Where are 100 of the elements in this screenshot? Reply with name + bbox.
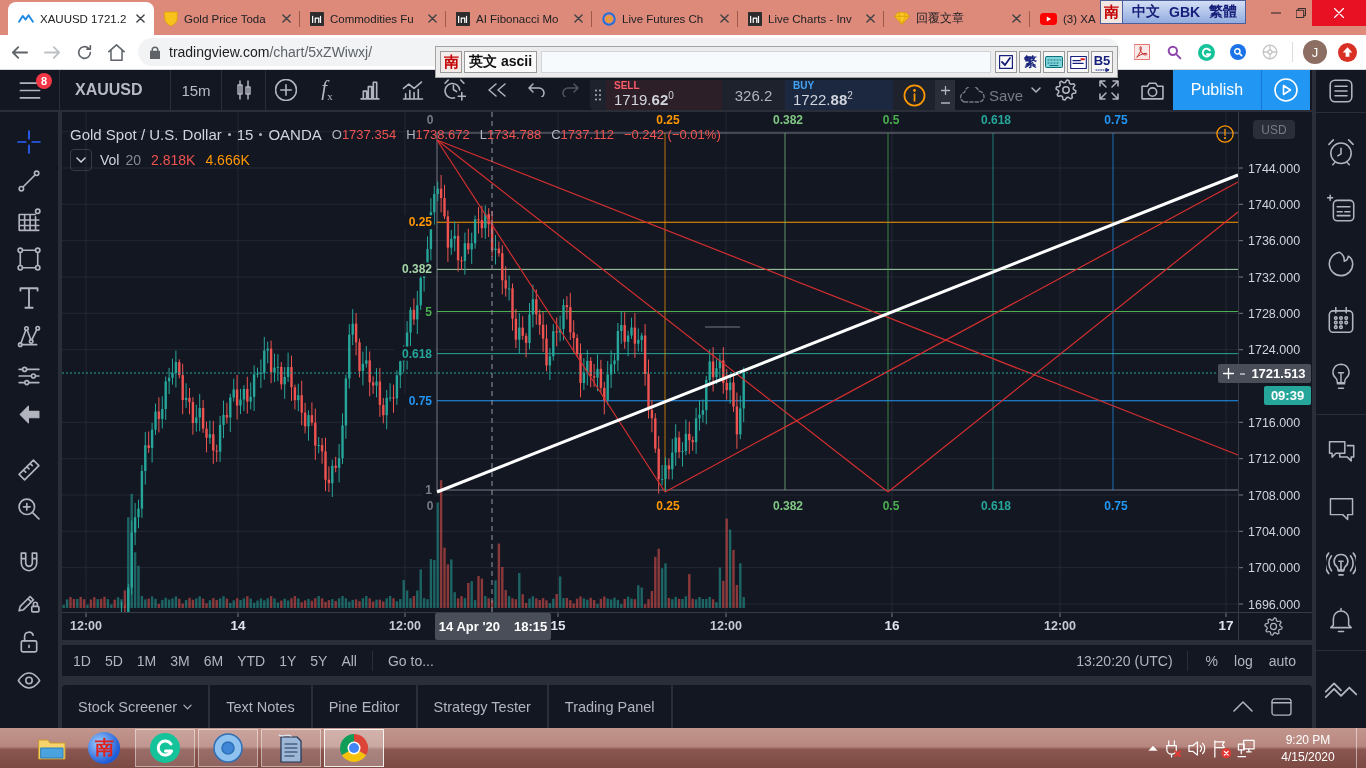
sell-button[interactable]: SELL 1719.62$^{0}$	[606, 80, 722, 110]
crosshair-icon[interactable]	[17, 129, 41, 154]
flag-icon[interactable]	[1212, 738, 1231, 758]
collapse-button[interactable]	[70, 149, 92, 171]
go-to-button[interactable]: Go to...	[381, 645, 441, 676]
scale-toggle[interactable]: %	[1197, 645, 1227, 676]
traditional-chinese-button[interactable]: 繁	[1019, 51, 1041, 73]
settings-icon[interactable]	[1055, 79, 1077, 101]
range-button[interactable]: YTD	[230, 645, 273, 676]
candlestick-icon[interactable]	[236, 80, 251, 100]
drag-handle-icon[interactable]	[595, 89, 601, 101]
sliders-icon[interactable]	[18, 364, 40, 387]
restore-icon[interactable]	[1296, 8, 1306, 18]
text-tool-icon[interactable]	[19, 286, 39, 309]
info-icon[interactable]	[902, 83, 926, 107]
ime-status-item[interactable]: GBK	[1169, 4, 1201, 20]
soft-keyboard-button[interactable]	[1067, 51, 1089, 73]
chat-bubbles-icon[interactable]	[1327, 439, 1355, 465]
caret-up-icon[interactable]	[1148, 745, 1158, 751]
url-text[interactable]: tradingview.com/chart/5xZWiwxj/	[169, 44, 373, 60]
save-button[interactable]: Save	[955, 83, 1027, 107]
grid-icon[interactable]	[17, 207, 41, 232]
range-button[interactable]: 5Y	[303, 645, 335, 676]
rectangle-icon[interactable]	[17, 246, 41, 271]
minus-icon[interactable]	[940, 101, 950, 104]
rewind-icon[interactable]	[488, 83, 506, 97]
indicators-button[interactable]: f$_{x}$	[318, 76, 336, 104]
alarm-plus-icon[interactable]	[444, 79, 466, 101]
ime-logo[interactable]: 南	[1101, 1, 1123, 23]
browser-tab[interactable]: Live Futures Ch	[592, 2, 738, 35]
broadcast-bulb-icon[interactable]	[1326, 549, 1356, 579]
bar-chart-icon[interactable]	[359, 80, 380, 100]
range-button[interactable]: 1D	[66, 645, 98, 676]
taskbar-app-button[interactable]	[261, 729, 321, 767]
close-icon[interactable]	[136, 14, 145, 23]
folder-icon[interactable]	[38, 736, 66, 760]
eye-icon[interactable]	[17, 672, 41, 689]
range-button[interactable]: All	[334, 645, 364, 676]
buy-button[interactable]: BUY 1722.88$^{2}$	[785, 80, 893, 110]
ime-status-item[interactable]: 中文	[1132, 3, 1160, 21]
fullscreen-icon[interactable]	[1099, 80, 1119, 100]
alarm-clock-icon[interactable]	[1327, 138, 1355, 166]
alert-icon[interactable]	[1216, 125, 1234, 143]
range-button[interactable]: 1M	[129, 645, 164, 676]
unlock-icon[interactable]	[20, 630, 38, 653]
clock-text[interactable]: 13:20:20 (UTC)	[1076, 652, 1173, 669]
range-button[interactable]: 5D	[97, 645, 130, 676]
zoom-in-icon[interactable]	[18, 497, 40, 520]
scale-toggle[interactable]: log	[1226, 645, 1261, 676]
plus-icon[interactable]	[940, 86, 950, 96]
play-button[interactable]	[1261, 70, 1310, 110]
interval-button[interactable]: 15m	[177, 76, 215, 104]
back-arrow-icon[interactable]	[12, 45, 28, 59]
keyboard-button[interactable]	[1043, 51, 1065, 73]
arrow-left-icon[interactable]	[18, 405, 40, 424]
chevron-up-icon[interactable]	[1233, 701, 1253, 712]
encoding-button[interactable]: B5	[1091, 51, 1113, 73]
circle-wedge-icon[interactable]	[1328, 251, 1354, 277]
profile-avatar[interactable]: J	[1303, 40, 1327, 64]
taskbar-app-button[interactable]	[324, 729, 384, 767]
maximize-icon[interactable]	[1271, 697, 1292, 716]
magnifier-icon[interactable]	[1166, 44, 1182, 60]
browser-tab[interactable]: XAUUSD 1721.2	[8, 2, 154, 35]
taskbar-app-button[interactable]	[198, 729, 258, 767]
browser-tab[interactable]: AI Fibonacci Mo	[446, 2, 592, 35]
undo-icon[interactable]	[528, 83, 545, 97]
network-icon[interactable]	[1237, 738, 1256, 758]
camera-icon[interactable]	[1140, 80, 1164, 100]
reload-icon[interactable]	[76, 44, 92, 60]
search-icon[interactable]	[1230, 44, 1246, 60]
browser-tab[interactable]: (3) XA	[1030, 2, 1100, 35]
range-button[interactable]: 1Y	[272, 645, 304, 676]
browser-tab[interactable]: Commodities Fu	[300, 2, 446, 35]
calendar-icon[interactable]	[1328, 307, 1354, 333]
checkbox[interactable]	[995, 51, 1017, 73]
light-bulb-icon[interactable]	[1331, 362, 1351, 390]
range-button[interactable]: 3M	[163, 645, 197, 676]
news-icon[interactable]	[1327, 194, 1355, 222]
power-plug-icon[interactable]	[1164, 738, 1181, 758]
input-mode-button[interactable]: 英文 ascii	[464, 51, 538, 73]
pdf-icon[interactable]	[1134, 44, 1150, 60]
zigzag-icon[interactable]	[1324, 682, 1358, 700]
chat-bubble-icon[interactable]	[1327, 495, 1355, 521]
ruler-icon[interactable]	[18, 458, 40, 481]
bell-icon[interactable]	[1329, 606, 1353, 634]
home-icon[interactable]	[107, 43, 125, 61]
taskbar-date[interactable]: 4/15/2020	[1281, 749, 1335, 764]
ime-input-field[interactable]	[541, 51, 991, 73]
speaker-icon[interactable]	[1187, 739, 1206, 757]
bars-with-line-icon[interactable]	[401, 80, 424, 100]
browser-tab[interactable]: Gold Price Toda	[154, 2, 300, 35]
list-icon[interactable]	[1329, 79, 1353, 103]
caret-down-icon[interactable]	[1031, 87, 1041, 93]
scale-toggle[interactable]: auto	[1260, 645, 1304, 676]
browser-tab[interactable]: 回覆文章	[884, 2, 1030, 35]
settings-icon[interactable]	[1264, 617, 1283, 636]
menu-icon[interactable]	[18, 81, 41, 99]
ime-status-item[interactable]: 繁體	[1209, 3, 1238, 21]
symbol-search-button[interactable]: XAUUSD	[71, 76, 147, 104]
range-button[interactable]: 6M	[196, 645, 231, 676]
